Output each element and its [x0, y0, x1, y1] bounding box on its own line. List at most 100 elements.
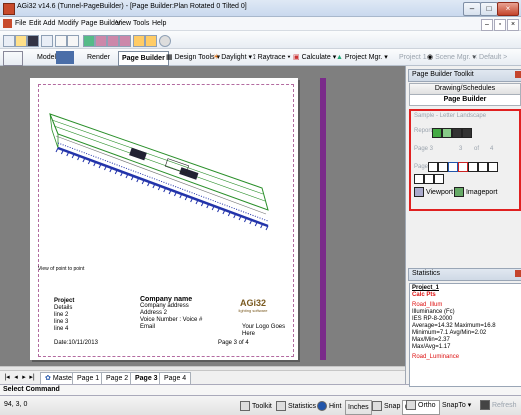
print-icon[interactable] [41, 35, 53, 47]
page-export-icon[interactable] [434, 174, 444, 184]
mdi-minimize-button[interactable]: – [481, 19, 493, 31]
report-table-icon[interactable] [462, 128, 472, 138]
command-label: Select Command [3, 386, 60, 393]
mdi-close-button[interactable]: × [507, 19, 519, 31]
page-of: Page 3 of 4 [218, 340, 249, 346]
company-line: Company address [140, 303, 189, 309]
hint-label: Hint [329, 403, 342, 410]
scene-dropdown[interactable]: < Default > [470, 51, 510, 64]
page-viewport[interactable]: View of point to point Project Details l… [0, 66, 405, 368]
page-tabs-bar: |◂ ◂ ▸ ▸| ✿ Master Page 1 Page 2 Page 3 … [0, 370, 405, 386]
minimize-button[interactable]: – [463, 2, 481, 16]
menu-edit[interactable]: Edit [29, 20, 41, 27]
next-page-icon[interactable]: ▸ [20, 373, 28, 383]
menu-view[interactable]: View [116, 20, 131, 27]
refresh-icon [480, 400, 490, 411]
pan-icon[interactable] [83, 35, 95, 47]
snap-toggle[interactable]: Snap [372, 400, 400, 413]
page-print-all-icon[interactable] [424, 174, 434, 184]
open-icon[interactable] [15, 35, 27, 47]
mode-toolbar: Model Render Page Builder ▦ Design Tools… [0, 49, 521, 66]
report-edit-icon[interactable] [442, 128, 452, 138]
imageport-label: Imageport [465, 188, 498, 196]
project-line: line 3 [54, 319, 69, 325]
statistics-panel-title: Statistics [412, 270, 441, 277]
window-title: AGi32 v14.6 (Tunnel-PageBuilder) - [Page… [17, 3, 247, 10]
statistics-content: Project_1 Calc Pts Road_Illum Illuminanc… [409, 283, 521, 387]
calculate-button[interactable]: ▣ Calculate ▾ [290, 51, 339, 64]
menu-file[interactable]: File [15, 20, 26, 27]
undo-icon[interactable] [55, 35, 67, 47]
menu-help[interactable]: Help [152, 20, 166, 27]
page-add-icon[interactable] [438, 162, 448, 172]
refresh-button[interactable]: Refresh [480, 399, 517, 412]
stats-line: Max/Avg=1.17 [412, 344, 451, 350]
edit-icon[interactable] [133, 35, 145, 47]
zoom-icon[interactable] [95, 35, 107, 47]
statistics-panel-header: Statistics [408, 268, 521, 281]
page-copy-icon[interactable] [468, 162, 478, 172]
units-button[interactable]: Inches [345, 400, 372, 415]
tunnel-light-marker [55, 147, 59, 153]
render-mode-icon[interactable] [56, 51, 74, 64]
page-delete-icon[interactable] [458, 162, 468, 172]
ortho-toggle[interactable]: Ortho [406, 399, 436, 412]
stats-line: Average=14.32 Maximum=16.8 Minimum=7.1 A… [412, 323, 496, 343]
page-builder-tab[interactable]: Page Builder [118, 51, 169, 66]
page-print-icon[interactable] [414, 174, 424, 184]
pencil-icon[interactable] [145, 35, 157, 47]
statistics-toggle[interactable]: Statistics [276, 400, 316, 413]
page-sheet: View of point to point Project Details l… [30, 78, 298, 360]
page-builder-section-button[interactable]: Page Builder [409, 94, 521, 106]
imageport-icon [454, 187, 464, 197]
save-icon[interactable] [27, 35, 39, 47]
stats-project: Project_1 [412, 285, 440, 291]
project-block: Project Details line 2 line 3 line 4 [54, 298, 74, 333]
company-line: Voice Number : Voice # [140, 317, 203, 323]
raytrace-button[interactable]: ⟟ Raytrace ▾ [250, 51, 293, 64]
right-panel: Page Builder Toolkit Drawing/Schedules P… [405, 66, 521, 387]
logo-subtext: lighting software [238, 308, 268, 313]
model-mode-icon[interactable] [3, 51, 23, 66]
first-page-icon[interactable]: |◂ [3, 373, 11, 383]
page-insert-icon[interactable] [448, 162, 458, 172]
statistics-close-icon[interactable] [515, 270, 521, 277]
toolkit-toggle[interactable]: Toolkit [240, 400, 272, 413]
maximize-button[interactable]: □ [480, 2, 498, 16]
daylight-label: Daylight [221, 54, 247, 61]
page-paste-icon[interactable] [478, 162, 488, 172]
prev-page-icon[interactable]: ◂ [12, 373, 20, 383]
viewport-label: Viewport [425, 188, 454, 196]
zoom-window-icon[interactable] [107, 35, 119, 47]
help-icon[interactable] [159, 35, 171, 47]
new-icon[interactable] [3, 35, 15, 47]
snapto-button[interactable]: SnapTo ▾ [442, 399, 471, 412]
viewport-button[interactable]: Viewport [414, 187, 453, 197]
imageport-button[interactable]: Imageport [454, 187, 497, 197]
mdi-restore-button[interactable]: ▫ [494, 19, 506, 31]
last-page-icon[interactable]: ▸| [28, 373, 36, 383]
app-icon [3, 3, 15, 15]
menu-add[interactable]: Add [43, 20, 55, 27]
report-grid-icon[interactable] [452, 128, 462, 138]
hint-toggle[interactable]: Hint [317, 400, 341, 413]
refresh-label: Refresh [492, 402, 517, 409]
menu-modify[interactable]: Modify [58, 20, 79, 27]
report-icon[interactable] [432, 128, 442, 138]
menu-tools[interactable]: Tools [133, 20, 149, 27]
zoom-extents-icon[interactable] [119, 35, 131, 47]
toolkit-close-icon[interactable] [515, 71, 521, 78]
redo-icon[interactable] [67, 35, 79, 47]
page-first-icon[interactable] [428, 162, 438, 172]
raytrace-label: Raytrace [257, 54, 286, 61]
page-move-icon[interactable] [488, 162, 498, 172]
template-select[interactable]: Sample - Letter Landscape [414, 113, 486, 119]
page-count: 4 [490, 146, 494, 152]
render-tab[interactable]: Render [84, 51, 113, 64]
tunnel-model [49, 113, 269, 231]
title-bar: AGi32 v14.6 (Tunnel-PageBuilder) - [Page… [0, 0, 521, 17]
daylight-button[interactable]: ☀ Daylight ▾ [210, 51, 255, 64]
close-button[interactable]: × [497, 2, 519, 16]
next-page-edge [320, 78, 326, 360]
project-mgr-button[interactable]: ▲ Project Mgr. ▾ [333, 51, 391, 64]
